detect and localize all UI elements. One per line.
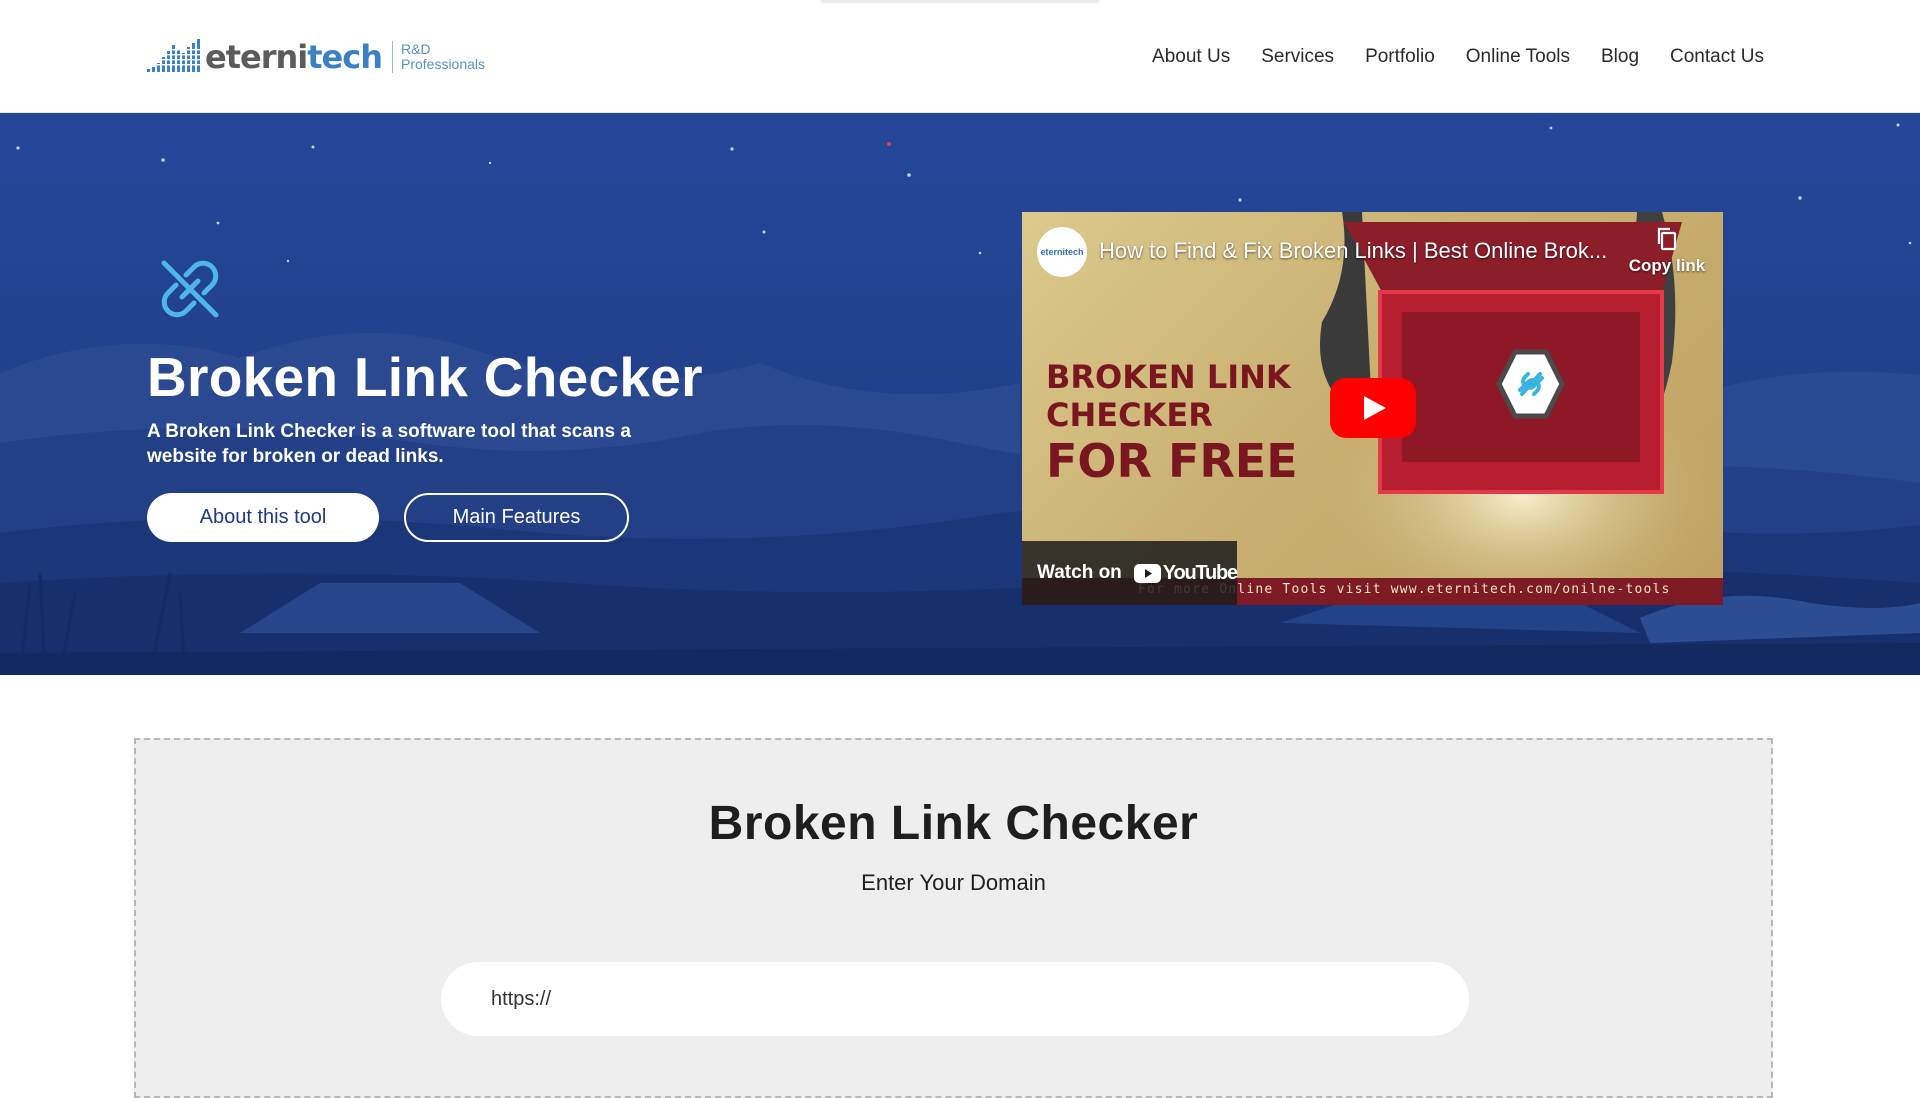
copy-link-button[interactable]: Copy link xyxy=(1622,226,1712,276)
hero-title: Broken Link Checker xyxy=(147,346,703,408)
main-nav: About Us Services Portfolio Online Tools… xyxy=(1152,0,1764,113)
youtube-logo: YouTube xyxy=(1133,562,1238,585)
channel-avatar[interactable]: eternitech xyxy=(1037,227,1087,277)
site-header: eternitech R&D Professionals About Us Ser… xyxy=(0,0,1920,113)
tool-subtitle: Enter Your Domain xyxy=(861,870,1046,895)
thumbnail-text-line2: CHECKER xyxy=(1046,396,1213,434)
nav-contact-us[interactable]: Contact Us xyxy=(1670,46,1764,68)
nav-online-tools[interactable]: Online Tools xyxy=(1466,46,1570,68)
hero-description: A Broken Link Checker is a software tool… xyxy=(147,421,631,467)
watch-on-youtube-button[interactable]: Watch on YouTube xyxy=(1022,541,1238,605)
nav-portfolio[interactable]: Portfolio xyxy=(1365,46,1435,68)
hero-section: Broken Link Checker A Broken Link Checke… xyxy=(0,113,1920,675)
copy-icon xyxy=(1657,227,1677,251)
thumbnail-text-line1: BROKEN LINK xyxy=(1046,358,1291,396)
tool-title: Broken Link Checker xyxy=(708,797,1199,850)
nav-about-us[interactable]: About Us xyxy=(1152,46,1230,68)
thumbnail-text-line3: FOR FREE xyxy=(1046,434,1298,488)
logo-tagline: R&D Professionals xyxy=(400,41,486,72)
site-logo[interactable]: eternitech R&D Professionals xyxy=(145,32,485,82)
about-this-tool-button[interactable]: About this tool xyxy=(147,493,379,542)
play-button-icon[interactable] xyxy=(1330,378,1416,438)
nav-blog[interactable]: Blog xyxy=(1601,46,1639,68)
broken-link-icon xyxy=(161,260,219,318)
nav-services[interactable]: Services xyxy=(1261,46,1334,68)
header-tab-shadow xyxy=(820,0,1100,3)
video-title[interactable]: How to Find & Fix Broken Links | Best On… xyxy=(1099,238,1619,264)
domain-input[interactable] xyxy=(441,962,1469,1036)
youtube-embed[interactable]: eternitech How to Find & Fix Broken Link… xyxy=(1022,212,1723,605)
logo-wordmark: eternitech xyxy=(205,38,383,76)
main-features-button[interactable]: Main Features xyxy=(404,493,629,542)
logo-separator xyxy=(391,41,393,73)
logo-mark-icon xyxy=(145,39,203,72)
youtube-icon xyxy=(1133,563,1161,583)
tool-panel: Broken Link Checker Enter Your Domain xyxy=(134,738,1773,1098)
